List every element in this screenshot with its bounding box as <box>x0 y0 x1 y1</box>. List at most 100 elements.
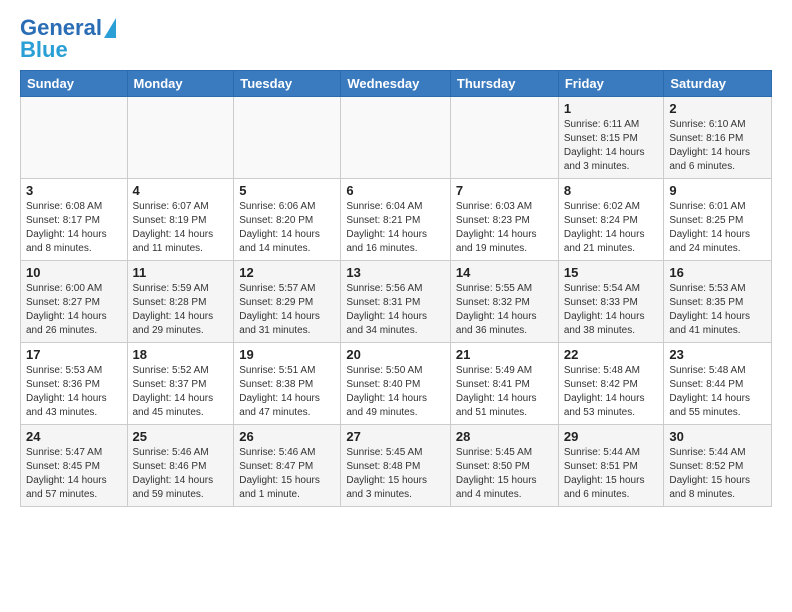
day-info: Sunrise: 5:54 AM Sunset: 8:33 PM Dayligh… <box>564 282 659 338</box>
day-number: 3 <box>26 183 122 198</box>
calendar-cell: 21Sunrise: 5:49 AM Sunset: 8:41 PM Dayli… <box>450 343 558 425</box>
day-info: Sunrise: 5:50 AM Sunset: 8:40 PM Dayligh… <box>346 364 445 420</box>
header: General Blue <box>20 16 772 62</box>
calendar-cell: 28 Sunrise: 5:45 AM Sunset: 8:50 PM Dayli… <box>450 425 558 507</box>
day-number: 14 <box>456 265 553 280</box>
calendar-cell: 10 Sunrise: 6:00 AM Sunset: 8:27 PM Dayli… <box>21 261 128 343</box>
calendar-cell: 19 Sunrise: 5:51 AM Sunset: 8:38 PM Dayli… <box>234 343 341 425</box>
weekday-header-sunday: Sunday <box>21 71 128 97</box>
calendar-cell: 8 Sunrise: 6:02 AM Sunset: 8:24 PM Daylig… <box>558 179 664 261</box>
day-info: Sunrise: 5:59 AM Sunset: 8:28 PM Dayligh… <box>133 282 229 338</box>
calendar-cell: 22 Sunrise: 5:48 AM Sunset: 8:42 PM Dayli… <box>558 343 664 425</box>
day-number: 7 <box>456 183 553 198</box>
weekday-header-friday: Friday <box>558 71 664 97</box>
day-number: 18 <box>133 347 229 362</box>
day-info: Sunrise: 6:01 AM Sunset: 8:25 PM Dayligh… <box>669 200 766 256</box>
day-info: Sunrise: 5:51 AM Sunset: 8:38 PM Dayligh… <box>239 364 335 420</box>
day-number: 20 <box>346 347 445 362</box>
calendar-cell: 1 Sunrise: 6:11 AM Sunset: 8:15 PM Daylig… <box>558 97 664 179</box>
day-info: Sunrise: 5:55 AM Sunset: 8:32 PM Dayligh… <box>456 282 553 338</box>
calendar-header: SundayMondayTuesdayWednesdayThursdayFrid… <box>21 71 772 97</box>
day-info: Sunrise: 5:45 AM Sunset: 8:50 PM Dayligh… <box>456 446 553 502</box>
day-number: 8 <box>564 183 659 198</box>
day-number: 11 <box>133 265 229 280</box>
day-number: 22 <box>564 347 659 362</box>
day-number: 9 <box>669 183 766 198</box>
day-number: 15 <box>564 265 659 280</box>
day-info: Sunrise: 5:46 AM Sunset: 8:46 PM Dayligh… <box>133 446 229 502</box>
day-info: Sunrise: 6:07 AM Sunset: 8:19 PM Dayligh… <box>133 200 229 256</box>
calendar-cell: 12 Sunrise: 5:57 AM Sunset: 8:29 PM Dayli… <box>234 261 341 343</box>
day-number: 24 <box>26 429 122 444</box>
weekday-row: SundayMondayTuesdayWednesdayThursdayFrid… <box>21 71 772 97</box>
calendar-cell: 24 Sunrise: 5:47 AM Sunset: 8:45 PM Dayli… <box>21 425 128 507</box>
day-number: 26 <box>239 429 335 444</box>
calendar-week-row: 24 Sunrise: 5:47 AM Sunset: 8:45 PM Dayli… <box>21 425 772 507</box>
day-info: Sunrise: 5:47 AM Sunset: 8:45 PM Dayligh… <box>26 446 122 502</box>
calendar-cell <box>341 97 451 179</box>
calendar-cell <box>21 97 128 179</box>
day-info: Sunrise: 5:52 AM Sunset: 8:37 PM Dayligh… <box>133 364 229 420</box>
day-number: 28 <box>456 429 553 444</box>
day-number: 29 <box>564 429 659 444</box>
calendar-cell: 23Sunrise: 5:48 AM Sunset: 8:44 PM Dayli… <box>664 343 772 425</box>
day-number: 27 <box>346 429 445 444</box>
day-info: Sunrise: 5:48 AM Sunset: 8:42 PM Dayligh… <box>564 364 659 420</box>
day-info: Sunrise: 5:44 AM Sunset: 8:51 PM Dayligh… <box>564 446 659 502</box>
day-number: 12 <box>239 265 335 280</box>
calendar-cell: 20 Sunrise: 5:50 AM Sunset: 8:40 PM Dayli… <box>341 343 451 425</box>
day-number: 13 <box>346 265 445 280</box>
calendar-week-row: 3 Sunrise: 6:08 AM Sunset: 8:17 PM Daylig… <box>21 179 772 261</box>
day-number: 21 <box>456 347 553 362</box>
calendar-cell: 18 Sunrise: 5:52 AM Sunset: 8:37 PM Dayli… <box>127 343 234 425</box>
weekday-header-thursday: Thursday <box>450 71 558 97</box>
day-number: 6 <box>346 183 445 198</box>
weekday-header-tuesday: Tuesday <box>234 71 341 97</box>
day-info: Sunrise: 6:06 AM Sunset: 8:20 PM Dayligh… <box>239 200 335 256</box>
weekday-header-monday: Monday <box>127 71 234 97</box>
day-info: Sunrise: 6:08 AM Sunset: 8:17 PM Dayligh… <box>26 200 122 256</box>
day-info: Sunrise: 5:45 AM Sunset: 8:48 PM Dayligh… <box>346 446 445 502</box>
calendar-cell <box>450 97 558 179</box>
page: General Blue SundayMondayTuesdayWednesda… <box>0 0 792 523</box>
calendar-cell: 29 Sunrise: 5:44 AM Sunset: 8:51 PM Dayli… <box>558 425 664 507</box>
weekday-header-saturday: Saturday <box>664 71 772 97</box>
day-number: 4 <box>133 183 229 198</box>
day-info: Sunrise: 6:00 AM Sunset: 8:27 PM Dayligh… <box>26 282 122 338</box>
day-info: Sunrise: 5:57 AM Sunset: 8:29 PM Dayligh… <box>239 282 335 338</box>
logo: General Blue <box>20 16 116 62</box>
day-number: 30 <box>669 429 766 444</box>
calendar-week-row: 1 Sunrise: 6:11 AM Sunset: 8:15 PM Daylig… <box>21 97 772 179</box>
logo-text-blue: Blue <box>20 38 68 62</box>
day-info: Sunrise: 5:53 AM Sunset: 8:36 PM Dayligh… <box>26 364 122 420</box>
calendar-cell: 16Sunrise: 5:53 AM Sunset: 8:35 PM Dayli… <box>664 261 772 343</box>
calendar-cell: 14 Sunrise: 5:55 AM Sunset: 8:32 PM Dayli… <box>450 261 558 343</box>
calendar-cell: 25 Sunrise: 5:46 AM Sunset: 8:46 PM Dayli… <box>127 425 234 507</box>
day-info: Sunrise: 6:04 AM Sunset: 8:21 PM Dayligh… <box>346 200 445 256</box>
day-info: Sunrise: 5:48 AM Sunset: 8:44 PM Dayligh… <box>669 364 766 420</box>
calendar-cell: 4 Sunrise: 6:07 AM Sunset: 8:19 PM Daylig… <box>127 179 234 261</box>
calendar-cell: 30 Sunrise: 5:44 AM Sunset: 8:52 PM Dayli… <box>664 425 772 507</box>
day-number: 5 <box>239 183 335 198</box>
day-number: 1 <box>564 101 659 116</box>
day-number: 17 <box>26 347 122 362</box>
day-number: 10 <box>26 265 122 280</box>
calendar-cell: 6 Sunrise: 6:04 AM Sunset: 8:21 PM Daylig… <box>341 179 451 261</box>
day-info: Sunrise: 5:46 AM Sunset: 8:47 PM Dayligh… <box>239 446 335 502</box>
calendar-cell: 9 Sunrise: 6:01 AM Sunset: 8:25 PM Daylig… <box>664 179 772 261</box>
calendar-cell: 7Sunrise: 6:03 AM Sunset: 8:23 PM Daylig… <box>450 179 558 261</box>
calendar-cell <box>234 97 341 179</box>
calendar-week-row: 10 Sunrise: 6:00 AM Sunset: 8:27 PM Dayli… <box>21 261 772 343</box>
calendar-cell: 15 Sunrise: 5:54 AM Sunset: 8:33 PM Dayli… <box>558 261 664 343</box>
calendar-cell: 11 Sunrise: 5:59 AM Sunset: 8:28 PM Dayli… <box>127 261 234 343</box>
day-info: Sunrise: 6:11 AM Sunset: 8:15 PM Dayligh… <box>564 118 659 174</box>
weekday-header-wednesday: Wednesday <box>341 71 451 97</box>
day-number: 19 <box>239 347 335 362</box>
day-number: 25 <box>133 429 229 444</box>
logo-triangle-icon <box>104 18 116 38</box>
day-info: Sunrise: 6:02 AM Sunset: 8:24 PM Dayligh… <box>564 200 659 256</box>
calendar-week-row: 17 Sunrise: 5:53 AM Sunset: 8:36 PM Dayli… <box>21 343 772 425</box>
calendar-cell: 26 Sunrise: 5:46 AM Sunset: 8:47 PM Dayli… <box>234 425 341 507</box>
day-info: Sunrise: 5:44 AM Sunset: 8:52 PM Dayligh… <box>669 446 766 502</box>
day-info: Sunrise: 5:56 AM Sunset: 8:31 PM Dayligh… <box>346 282 445 338</box>
